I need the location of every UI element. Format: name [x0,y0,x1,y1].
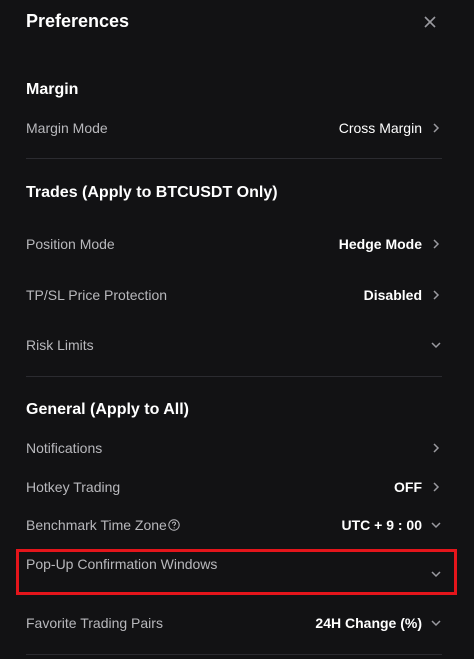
section-title-general: General (Apply to All) [26,401,189,418]
divider [26,376,442,377]
section-title-margin: Margin [26,81,79,98]
margin-mode-row[interactable]: Margin Mode Cross Margin [26,113,442,143]
hotkey-trading-row[interactable]: Hotkey Trading OFF [26,472,442,502]
chevron-right-icon [433,239,440,249]
position-mode-row[interactable]: Position Mode Hedge Mode [26,229,442,259]
chevron-right-icon [433,482,440,492]
notifications-label: Notifications [26,440,103,456]
position-mode-label: Position Mode [26,236,115,252]
chevron-down-icon [431,342,441,349]
preferences-panel: Preferences Margin Margin Mode Cross Mar… [0,0,474,659]
close-icon[interactable] [420,12,440,32]
margin-mode-value: Cross Margin [338,120,422,136]
notifications-row[interactable]: Notifications [26,433,442,463]
benchmark-timezone-label-wrap: Benchmark Time Zone [26,517,180,533]
favorite-trading-pairs-row[interactable]: Favorite Trading Pairs 24H Change (%) [26,608,442,638]
help-icon[interactable] [168,519,180,531]
favorite-trading-pairs-value: 24H Change (%) [315,615,422,631]
position-mode-value: Hedge Mode [338,236,422,252]
chevron-down-icon [431,522,441,529]
benchmark-timezone-label: Benchmark Time Zone [26,517,167,533]
chevron-down-icon [431,620,441,627]
benchmark-timezone-row[interactable]: Benchmark Time Zone UTC + 9 : 00 [26,510,442,540]
section-title-trades: Trades (Apply to BTCUSDT Only) [26,184,278,201]
risk-limits-row[interactable]: Risk Limits [26,330,442,360]
tpsl-protection-label: TP/SL Price Protection [26,287,168,303]
margin-mode-label: Margin Mode [26,120,108,136]
chevron-right-icon [433,443,440,453]
chevron-right-icon [433,290,440,300]
chevron-right-icon [433,123,440,133]
tpsl-protection-value: Disabled [363,287,422,303]
tpsl-protection-row[interactable]: TP/SL Price Protection Disabled [26,280,442,310]
benchmark-timezone-value: UTC + 9 : 00 [341,517,422,533]
popup-confirmation-row[interactable] [26,559,442,589]
chevron-down-icon [431,571,441,578]
favorite-trading-pairs-label: Favorite Trading Pairs [26,615,163,631]
hotkey-trading-label: Hotkey Trading [26,479,121,495]
risk-limits-label: Risk Limits [26,337,94,353]
divider [26,654,442,655]
divider [26,158,442,159]
hotkey-trading-value: OFF [394,479,422,495]
panel-title: Preferences [26,11,130,31]
